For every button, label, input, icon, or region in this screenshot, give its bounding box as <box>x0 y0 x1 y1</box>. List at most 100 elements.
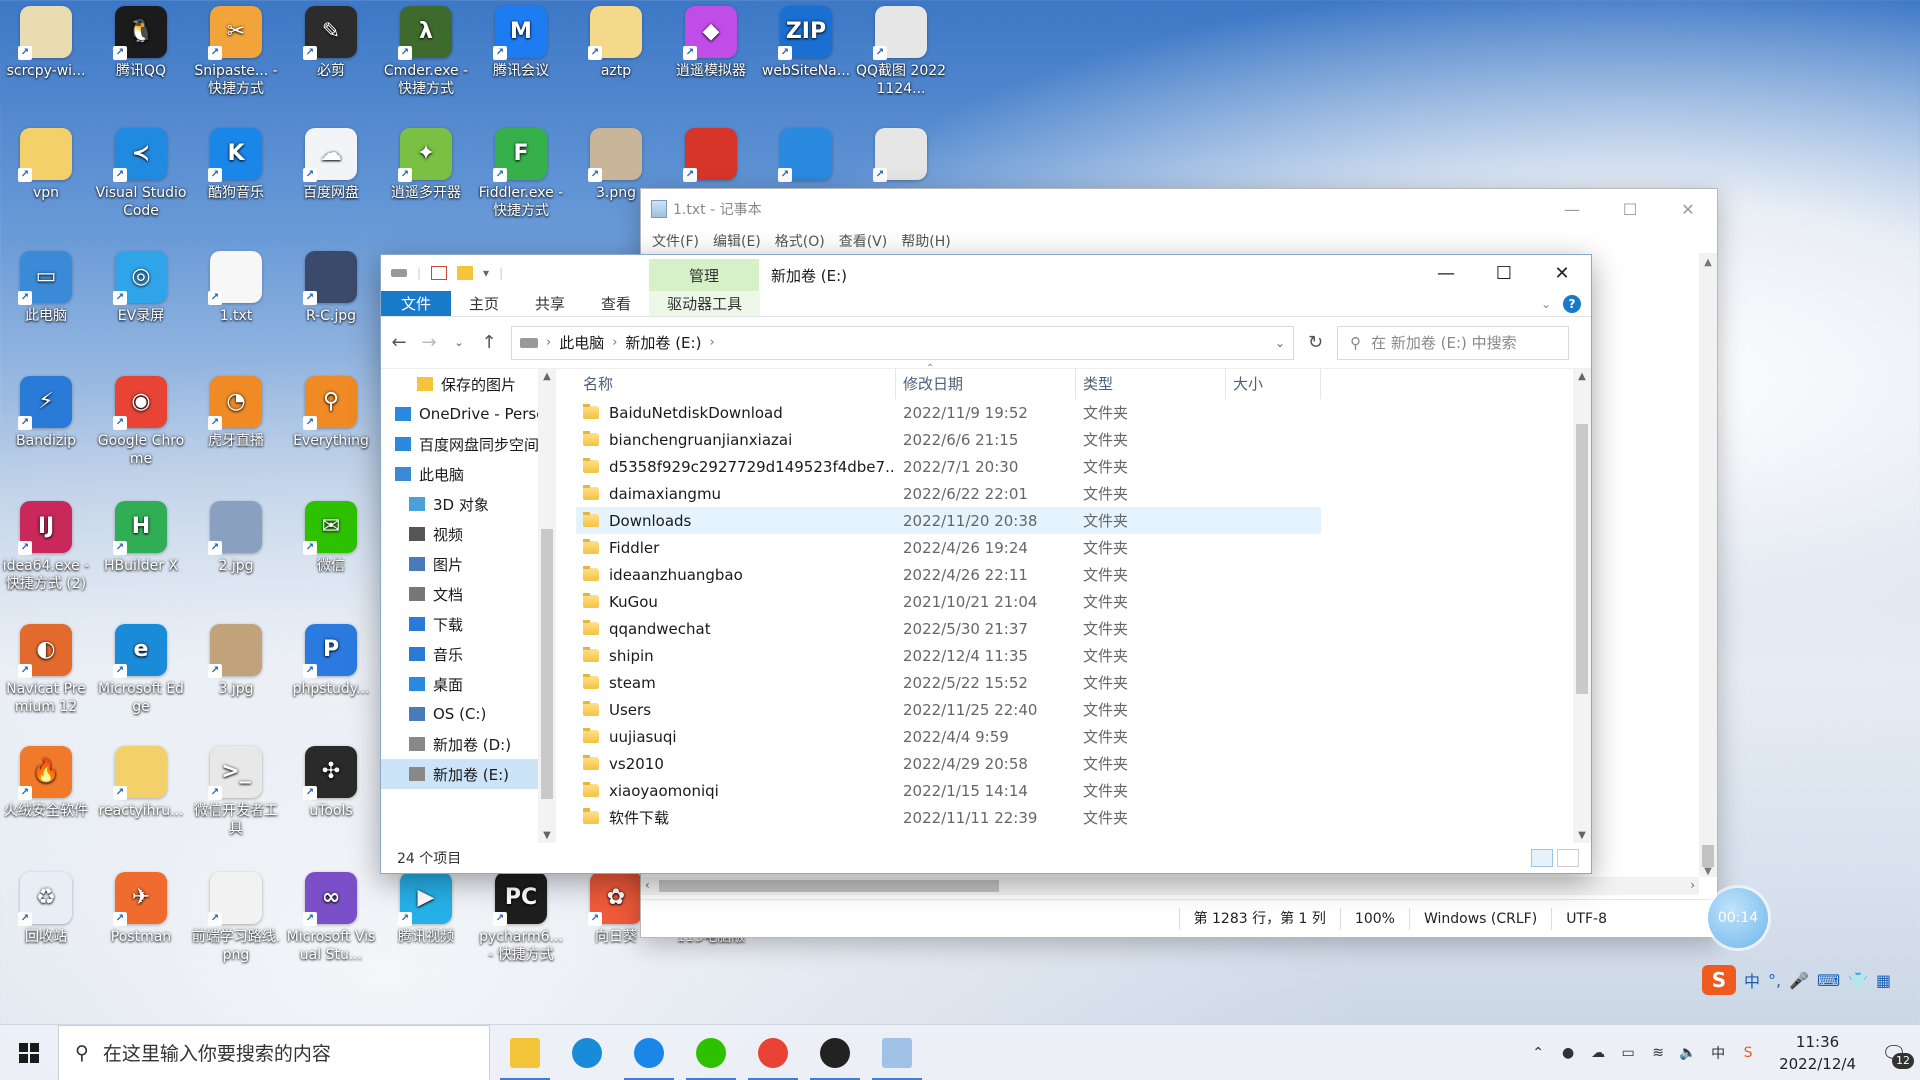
desktop-icon[interactable]: ◉Google Chrome <box>95 370 187 468</box>
wifi-icon[interactable]: ≋ <box>1649 1044 1667 1062</box>
ime-mode[interactable]: 中 <box>1744 968 1760 992</box>
desktop-icon[interactable]: ◔ 虎牙直播 <box>190 370 282 450</box>
desktop-icon[interactable]: 🐧 腾讯QQ <box>95 0 187 80</box>
nav-item[interactable]: 文档 <box>381 579 556 609</box>
nav-item[interactable]: 音乐 <box>381 639 556 669</box>
taskbar-app-qq[interactable] <box>804 1025 866 1080</box>
ime-tray-icon[interactable]: 中 <box>1709 1044 1727 1062</box>
desktop-icon[interactable]: ◆ 逍遥模拟器 <box>665 0 757 80</box>
refresh-icon[interactable]: ↻ <box>1308 332 1323 353</box>
show-hidden-icons-icon[interactable]: ⌃ <box>1529 1044 1547 1062</box>
desktop-icon[interactable]: ♻ 回收站 <box>0 866 92 946</box>
nav-item[interactable]: 桌面 <box>381 669 556 699</box>
column-type[interactable]: 类型 <box>1076 369 1226 399</box>
scroll-thumb[interactable] <box>1576 424 1588 694</box>
notepad-menu-item[interactable]: 查看(V) <box>832 229 895 253</box>
file-row[interactable]: Downloads 2022/11/20 20:38 文件夹 <box>576 507 1321 534</box>
desktop-icon[interactable]: ◎ EV录屏 <box>95 245 187 325</box>
volume-icon[interactable]: 🔈 <box>1679 1044 1697 1062</box>
desktop-icon[interactable]: H HBuilder X <box>95 495 187 575</box>
file-name-cell[interactable]: uujiasuqi <box>576 727 896 746</box>
column-date[interactable]: 修改日期 <box>896 369 1076 399</box>
desktop-icon[interactable]: ⚲ Everything <box>285 370 377 450</box>
large-icons-view-icon[interactable] <box>1557 849 1579 867</box>
desktop-icon[interactable]: scrcpy-wi... <box>0 0 92 80</box>
microphone-icon[interactable]: 🎤 <box>1789 971 1809 990</box>
explorer-titlebar[interactable]: | ▾ | 管理 新加卷 (E:) — ☐ ✕ <box>381 255 1591 291</box>
chevron-right-icon[interactable]: › <box>612 335 617 350</box>
desktop-icon[interactable]: ▭ 此电脑 <box>0 245 92 325</box>
desktop-icon[interactable]: ✈ Postman <box>95 866 187 946</box>
desktop-icon[interactable] <box>665 122 757 184</box>
notepad-vertical-scrollbar[interactable]: ▲ ▼ <box>1699 253 1717 877</box>
file-name-cell[interactable]: shipin <box>576 646 896 665</box>
desktop-icon[interactable]: ≺Visual Studio Code <box>95 122 187 220</box>
tab-view[interactable]: 查看 <box>583 291 649 316</box>
file-name-cell[interactable]: steam <box>576 673 896 692</box>
file-row[interactable]: BaiduNetdiskDownload 2022/11/9 19:52 文件夹 <box>576 399 1321 426</box>
nav-item[interactable]: 新加卷 (E:) <box>381 759 556 789</box>
back-icon[interactable]: ← <box>391 332 407 353</box>
file-row[interactable]: xiaoyaomoniqi 2022/1/15 14:14 文件夹 <box>576 777 1321 804</box>
taskbar-app-edge[interactable] <box>556 1025 618 1080</box>
scroll-left-icon[interactable]: ‹ <box>645 878 650 892</box>
scroll-right-icon[interactable]: › <box>1690 878 1695 892</box>
file-row[interactable]: KuGou 2021/10/21 21:04 文件夹 <box>576 588 1321 615</box>
desktop-icon[interactable]: ZIP webSiteNa... <box>760 0 852 80</box>
nav-item[interactable]: 百度网盘同步空间 <box>381 429 556 459</box>
desktop-icon[interactable] <box>855 122 947 184</box>
file-row[interactable]: uujiasuqi 2022/4/4 9:59 文件夹 <box>576 723 1321 750</box>
up-icon[interactable]: ↑ <box>481 332 497 353</box>
chevron-down-icon[interactable]: ⌄ <box>1275 336 1285 350</box>
scroll-up-icon[interactable]: ▲ <box>1573 371 1591 382</box>
desktop-icon[interactable]: K 酷狗音乐 <box>190 122 282 202</box>
taskbar-app-file-explorer[interactable] <box>494 1025 556 1080</box>
file-name-cell[interactable]: 软件下载 <box>576 807 896 828</box>
desktop-icon[interactable]: Pphpstudy... <box>285 618 377 698</box>
column-name[interactable]: 名称 <box>576 369 896 399</box>
address-bar[interactable]: › 此电脑 › 新加卷 (E:) › ⌄ <box>511 325 1294 360</box>
file-row[interactable]: shipin 2022/12/4 11:35 文件夹 <box>576 642 1321 669</box>
start-button[interactable] <box>0 1025 58 1080</box>
file-row[interactable]: Fiddler 2022/4/26 19:24 文件夹 <box>576 534 1321 561</box>
nav-item[interactable]: 3D 对象 <box>381 489 556 519</box>
file-name-cell[interactable]: bianchengruanjianxiazai <box>576 430 896 449</box>
breadcrumb-this-pc[interactable]: 此电脑 <box>559 332 604 353</box>
desktop-icon[interactable]: 2.jpg <box>190 495 282 575</box>
desktop-icon[interactable]: ⚡ Bandizip <box>0 370 92 450</box>
desktop-icon[interactable]: QQ截图 20221124... <box>855 0 947 98</box>
close-icon[interactable]: ✕ <box>1533 255 1591 291</box>
column-size[interactable]: 大小 <box>1226 369 1321 399</box>
notification-center-icon[interactable]: 🗨 12 <box>1878 1037 1914 1069</box>
scroll-thumb[interactable] <box>541 529 553 799</box>
nav-item[interactable]: 新加卷 (D:) <box>381 729 556 759</box>
desktop-icon[interactable]: ☁ 百度网盘 <box>285 122 377 202</box>
desktop-icon[interactable]: 前端学习路线.png <box>190 866 282 964</box>
recording-timer[interactable]: 00:14 <box>1708 888 1768 948</box>
clock[interactable]: 11:36 2022/12/4 <box>1769 1031 1866 1075</box>
keyboard-icon[interactable]: ⌨ <box>1817 971 1840 990</box>
nav-item[interactable]: 视频 <box>381 519 556 549</box>
desktop-icon[interactable]: PCpycharm6... - 快捷方式 <box>475 866 567 964</box>
desktop-icon[interactable]: ✎ 必剪 <box>285 0 377 80</box>
taskbar-app-wechat[interactable] <box>680 1025 742 1080</box>
taskbar-app-kugou[interactable] <box>618 1025 680 1080</box>
file-row[interactable]: qqandwechat 2022/5/30 21:37 文件夹 <box>576 615 1321 642</box>
scroll-thumb[interactable] <box>1702 845 1714 867</box>
search-input[interactable]: ⚲ 在 新加卷 (E:) 中搜索 <box>1337 325 1570 360</box>
file-list-scrollbar[interactable]: ▲ ▼ <box>1573 369 1591 843</box>
chevron-right-icon[interactable]: › <box>709 335 714 350</box>
taskbar-app-notepad[interactable] <box>866 1025 928 1080</box>
nav-item[interactable]: OS (C:) <box>381 699 556 729</box>
tab-manage[interactable]: 管理 <box>649 259 759 291</box>
nav-item[interactable]: OneDrive - Persc <box>381 399 556 429</box>
close-icon[interactable]: ✕ <box>1659 189 1717 229</box>
file-name-cell[interactable]: xiaoyaomoniqi <box>576 781 896 800</box>
notepad-horizontal-scrollbar[interactable]: ‹ › <box>641 877 1699 895</box>
new-folder-icon[interactable] <box>457 266 474 280</box>
desktop-icon[interactable]: 🔥 火绒安全软件 <box>0 740 92 820</box>
file-name-cell[interactable]: BaiduNetdiskDownload <box>576 403 896 422</box>
tab-home[interactable]: 主页 <box>451 291 517 316</box>
desktop-icon[interactable]: ✉ 微信 <box>285 495 377 575</box>
notepad-menu-item[interactable]: 帮助(H) <box>894 229 957 253</box>
